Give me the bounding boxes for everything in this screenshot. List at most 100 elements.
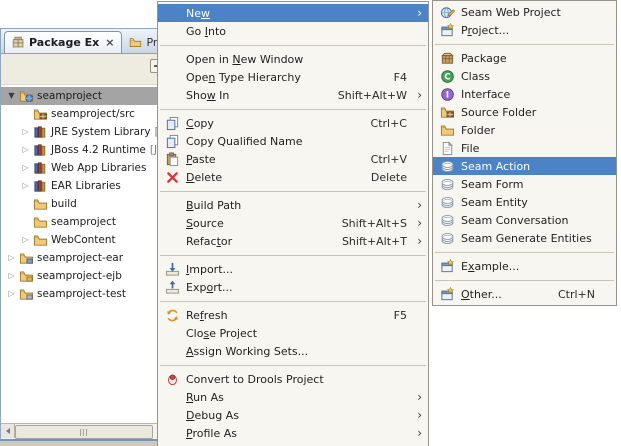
shortcut-label: F5 [394, 309, 413, 322]
menu-separator [158, 40, 428, 50]
tree-item-jboss-4-2-runtime[interactable]: ▷JBoss 4.2 Runtime[JBoss 4. [1, 141, 171, 159]
menu-item-seam-web-project[interactable]: Seam Web Project [433, 3, 616, 21]
menu-item-copy[interactable]: CopyCtrl+C [158, 114, 428, 132]
menu-separator [433, 275, 616, 285]
menu-item-go-into[interactable]: Go Into [158, 22, 428, 40]
library-icon [32, 142, 48, 158]
menu-item-label: Assign Working Sets... [186, 345, 308, 358]
paste-icon [164, 151, 181, 167]
tree-item-jre-system-library[interactable]: ▷JRE System Library[java-1. [1, 123, 171, 141]
menu-item-class[interactable]: CClass [433, 67, 616, 85]
horizontal-scrollbar[interactable] [1, 423, 171, 439]
tree-item-seamproject[interactable]: ▼seamproject [1, 87, 171, 105]
menu-item-seam-form[interactable]: Seam Form [433, 175, 616, 193]
menu-item-label: Open Type Hierarchy [186, 71, 301, 84]
menu-item-run-as[interactable]: Run As› [158, 388, 428, 406]
menu-item-label: Package [461, 52, 507, 65]
seam-icon [439, 212, 456, 228]
menu-item-open-type-hierarchy[interactable]: Open Type HierarchyF4 [158, 68, 428, 86]
file-icon [439, 140, 456, 156]
package-folder-icon [32, 106, 48, 122]
expander-collapsed-icon[interactable]: ▷ [19, 236, 32, 244]
menu-item-convert-to-drools-project[interactable]: Convert to Drools Project [158, 370, 428, 388]
tree-item-label: EAR Libraries [51, 180, 121, 192]
menu-item-new[interactable]: New› [158, 4, 428, 22]
menu-item-label: Export... [186, 281, 233, 294]
menu-item-copy-qualified-name[interactable]: Copy Qualified Name [158, 132, 428, 150]
project-ejb-icon [18, 268, 34, 284]
menu-item-refresh[interactable]: RefreshF5 [158, 306, 428, 324]
menu-item-label: Profile As [186, 427, 237, 440]
tree-item-webcontent[interactable]: ▷WebContent [1, 231, 171, 249]
tree-item-seamproject-src[interactable]: seamproject/src [1, 105, 171, 123]
wizard-icon [439, 286, 456, 302]
expander-collapsed-icon[interactable]: ▷ [19, 164, 32, 172]
tree-item-ear-libraries[interactable]: ▷ EAR Libraries [1, 177, 171, 195]
menu-item-source[interactable]: SourceShift+Alt+S› [158, 214, 428, 232]
menu-item-file[interactable]: File [433, 139, 616, 157]
shortcut-label: Ctrl+N [558, 288, 601, 301]
menu-item-paste[interactable]: PasteCtrl+V [158, 150, 428, 168]
menu-item-label: Other... [461, 288, 502, 301]
scroll-left-button[interactable] [1, 424, 15, 438]
tree-item-seamproject-ejb[interactable]: ▷seamproject-ejb [1, 267, 171, 285]
menu-separator [158, 360, 428, 370]
menu-item-interface[interactable]: IInterface [433, 85, 616, 103]
menu-item-seam-entity[interactable]: Seam Entity [433, 193, 616, 211]
menu-item-show-in[interactable]: Show InShift+Alt+W› [158, 86, 428, 104]
menu-item-example[interactable]: Example... [433, 257, 616, 275]
tree-item-label: build [51, 198, 77, 210]
menu-item-seam-conversation[interactable]: Seam Conversation [433, 211, 616, 229]
menu-item-label: Copy Qualified Name [186, 135, 303, 148]
window-background [0, 441, 158, 446]
menu-item-folder[interactable]: Folder [433, 121, 616, 139]
project-ear-icon [18, 250, 34, 266]
menu-item-label: Class [461, 70, 490, 83]
menu-item-seam-action[interactable]: Seam Action [433, 157, 616, 175]
menu-item-seam-generate-entities[interactable]: Seam Generate Entities [433, 229, 616, 247]
scrollbar-thumb[interactable] [15, 425, 153, 439]
expander-expanded-icon[interactable]: ▼ [5, 92, 18, 100]
project-test-icon [18, 286, 34, 302]
export-icon [164, 279, 181, 295]
expander-collapsed-icon[interactable]: ▷ [19, 182, 32, 190]
menu-item-label: Go Into [186, 25, 226, 38]
expander-collapsed-icon[interactable]: ▷ [5, 290, 18, 298]
menu-item-build-path[interactable]: Build Path› [158, 196, 428, 214]
tree-item-seamproject-test[interactable]: ▷seamproject-test [1, 285, 171, 303]
menu-item-assign-working-sets[interactable]: Assign Working Sets... [158, 342, 428, 360]
icon-spacer [164, 343, 181, 359]
tree-item-build[interactable]: build [1, 195, 171, 213]
expander-collapsed-icon[interactable]: ▷ [5, 272, 18, 280]
menu-item-label: Seam Generate Entities [461, 232, 592, 245]
expander-collapsed-icon[interactable]: ▷ [19, 146, 32, 154]
tree-item-seamproject[interactable]: seamproject [1, 213, 171, 231]
tree-item-seamproject-ear[interactable]: ▷seamproject-ear [1, 249, 171, 267]
shortcut-label: Shift+Alt+W [338, 89, 413, 102]
close-tab-icon[interactable]: × [105, 37, 114, 48]
menu-item-export[interactable]: Export... [158, 278, 428, 296]
menu-item-package[interactable]: Package [433, 49, 616, 67]
project-tree: ▼seamprojectseamproject/src▷JRE System L… [1, 85, 171, 423]
menu-item-import[interactable]: Import... [158, 260, 428, 278]
menu-separator [433, 39, 616, 49]
tree-item-web-app-libraries[interactable]: ▷Web App Libraries [1, 159, 171, 177]
menu-item-source-folder[interactable]: Source Folder [433, 103, 616, 121]
expander-collapsed-icon[interactable]: ▷ [19, 128, 32, 136]
expander-collapsed-icon[interactable]: ▷ [5, 254, 18, 262]
menu-item-close-project[interactable]: Close Project [158, 324, 428, 342]
menu-item-other[interactable]: Other... Ctrl+N [433, 285, 616, 303]
icon-spacer [164, 23, 181, 39]
scrollbar-grip [80, 429, 88, 436]
submenu-arrow-icon: › [413, 391, 422, 403]
menu-item-profile-as[interactable]: Profile As› [158, 424, 428, 442]
menu-item-delete[interactable]: DeleteDelete [158, 168, 428, 186]
menu-item-refactor[interactable]: RefactorShift+Alt+T› [158, 232, 428, 250]
menu-item-debug-as[interactable]: Debug As› [158, 406, 428, 424]
menu-item-label: Interface [461, 88, 510, 101]
tab-package-ex[interactable]: Package Ex× [4, 31, 122, 53]
menu-item-label: Project... [461, 24, 509, 37]
menu-item-project[interactable]: Project... [433, 21, 616, 39]
menu-item-open-in-new-window[interactable]: Open in New Window [158, 50, 428, 68]
new-submenu: Seam Web ProjectProject...PackageCClassI… [432, 0, 617, 306]
